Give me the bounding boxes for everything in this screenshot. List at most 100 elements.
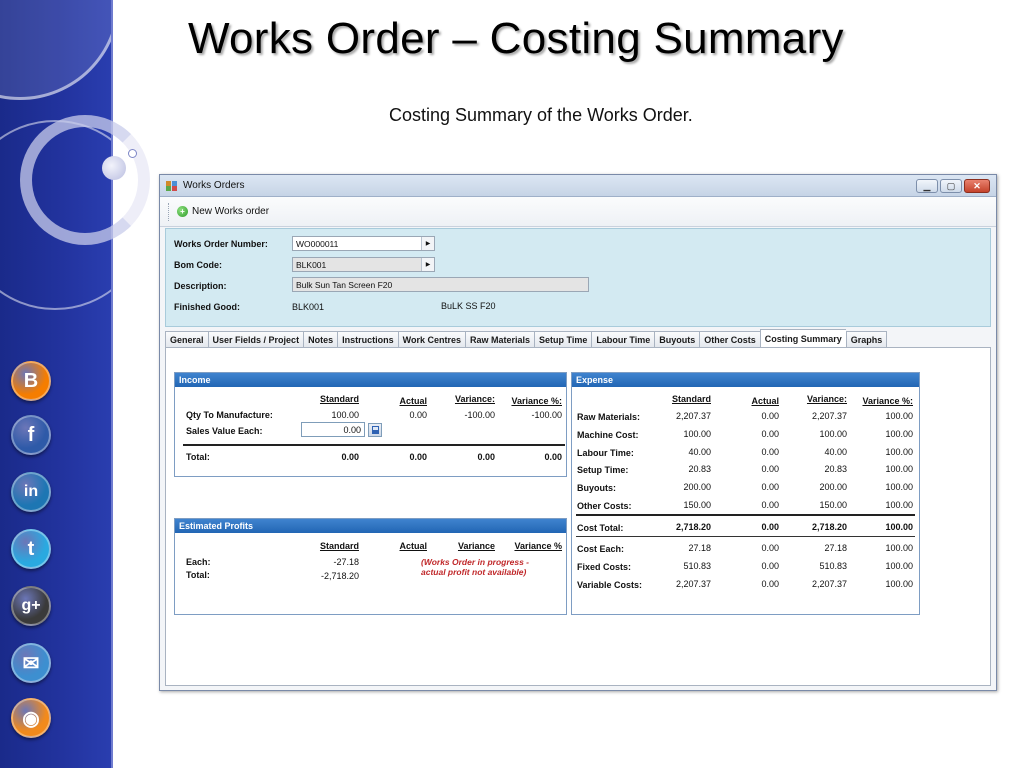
add-icon: + bbox=[177, 206, 188, 217]
income-col-standard: Standard bbox=[319, 394, 359, 404]
fixed-costs-value: 510.83 bbox=[819, 561, 847, 571]
band-edge bbox=[111, 0, 113, 768]
fixed-costs-label: Fixed Costs: bbox=[577, 562, 632, 572]
tab-instructions[interactable]: Instructions bbox=[337, 331, 398, 348]
other-costs-value: 0.00 bbox=[761, 500, 779, 510]
lookup-arrow-icon: ▶ bbox=[421, 258, 434, 271]
other-costs-value: 150.00 bbox=[819, 500, 847, 510]
tab-strip: General User Fields / Project Notes Instruc… bbox=[165, 329, 888, 348]
expense-divider bbox=[576, 536, 915, 537]
cost-total-value: 2,718.20 bbox=[811, 522, 847, 532]
minimize-button[interactable]: ▁ bbox=[916, 179, 938, 193]
raw-materials-value: 0.00 bbox=[761, 411, 779, 421]
labour-time-value: 40.00 bbox=[824, 447, 847, 457]
finished-good-code: BLK001 bbox=[292, 302, 325, 312]
fixed-costs-value: 510.83 bbox=[683, 561, 711, 571]
description-value: Bulk Sun Tan Screen F20 bbox=[296, 280, 393, 290]
tab-work-centres[interactable]: Work Centres bbox=[397, 331, 465, 348]
rss-icon[interactable]: ◉ bbox=[11, 698, 51, 738]
save-icon[interactable] bbox=[368, 423, 382, 437]
total-variance: 0.00 bbox=[477, 452, 495, 462]
cost-each-value: 27.18 bbox=[824, 543, 847, 553]
sales-value-input[interactable]: 0.00 bbox=[301, 422, 365, 437]
buyouts-value: 100.00 bbox=[885, 482, 913, 492]
income-col-variance-pct: Variance %: bbox=[511, 396, 562, 406]
new-works-order-button[interactable]: + New Works order bbox=[177, 206, 269, 217]
google-plus-icon[interactable]: g+ bbox=[11, 586, 51, 626]
tab-other-costs[interactable]: Other Costs bbox=[699, 331, 760, 348]
slide-subtitle: Costing Summary of the Works Order. bbox=[389, 105, 693, 125]
window-title: Works Orders bbox=[183, 180, 245, 191]
variable-costs-label: Variable Costs: bbox=[577, 580, 643, 590]
close-button[interactable]: ✕ bbox=[964, 179, 990, 193]
window-titlebar[interactable]: Works Orders ▁ ▢ ✕ bbox=[160, 175, 996, 197]
toolbar: + New Works order bbox=[160, 197, 996, 227]
profits-col-variance: Variance bbox=[457, 541, 495, 551]
bom-code-field: BLK001 ▶ bbox=[292, 257, 435, 272]
tab-general[interactable]: General bbox=[165, 331, 208, 348]
qty-label: Qty To Manufacture: bbox=[186, 410, 273, 420]
income-panel: Income Standard Actual Variance: Varianc… bbox=[174, 372, 567, 477]
profit-note-line1: (Works Order in progress - bbox=[421, 557, 530, 567]
tab-raw-materials[interactable]: Raw Materials bbox=[464, 331, 534, 348]
profits-col-actual: Actual bbox=[399, 541, 427, 551]
labour-time-value: 40.00 bbox=[688, 447, 711, 457]
profit-each-standard: -27.18 bbox=[333, 557, 359, 567]
setup-time-value: 20.83 bbox=[824, 464, 847, 474]
profits-col-standard: Standard bbox=[319, 541, 359, 551]
estimated-profits-panel: Estimated Profits Standard Actual Varian… bbox=[174, 518, 567, 615]
setup-time-value: 100.00 bbox=[885, 464, 913, 474]
buyouts-value: 0.00 bbox=[761, 482, 779, 492]
tab-graphs[interactable]: Graphs bbox=[845, 331, 888, 348]
labour-time-label: Labour Time: bbox=[577, 448, 634, 458]
total-label: Total: bbox=[186, 452, 210, 462]
setup-time-value: 0.00 bbox=[761, 464, 779, 474]
expense-divider bbox=[576, 514, 915, 516]
profit-total-standard: -2,718.20 bbox=[320, 571, 359, 581]
tab-user-fields-project[interactable]: User Fields / Project bbox=[207, 331, 304, 348]
expense-col-actual: Actual bbox=[751, 396, 779, 406]
expense-col-variance: Variance: bbox=[806, 394, 847, 404]
profits-panel-title: Estimated Profits bbox=[175, 519, 566, 533]
variable-costs-value: 2,207.37 bbox=[675, 579, 711, 589]
tab-notes[interactable]: Notes bbox=[303, 331, 338, 348]
machine-cost-label: Machine Cost: bbox=[577, 430, 639, 440]
setup-time-value: 20.83 bbox=[688, 464, 711, 474]
variable-costs-value: 0.00 bbox=[761, 579, 779, 589]
machine-cost-value: 100.00 bbox=[885, 429, 913, 439]
tab-labour-time[interactable]: Labour Time bbox=[591, 331, 655, 348]
facebook-icon[interactable]: f bbox=[11, 415, 51, 455]
maximize-button[interactable]: ▢ bbox=[940, 179, 962, 193]
decorative-arc bbox=[20, 115, 150, 245]
income-panel-title: Income bbox=[175, 373, 566, 387]
raw-materials-value: 2,207.37 bbox=[675, 411, 711, 421]
income-col-actual: Actual bbox=[399, 396, 427, 406]
lookup-arrow-icon[interactable]: ▶ bbox=[421, 237, 434, 250]
profit-note-line2: actual profit not available) bbox=[421, 567, 527, 577]
cost-total-label: Cost Total: bbox=[577, 523, 624, 533]
raw-materials-label: Raw Materials: bbox=[577, 412, 641, 422]
qty-variance-pct: -100.00 bbox=[531, 410, 562, 420]
other-costs-value: 100.00 bbox=[885, 500, 913, 510]
labour-time-value: 0.00 bbox=[761, 447, 779, 457]
machine-cost-value: 100.00 bbox=[683, 429, 711, 439]
linkedin-icon[interactable]: in bbox=[11, 472, 51, 512]
fixed-costs-value: 0.00 bbox=[761, 561, 779, 571]
works-order-number-field[interactable]: WO000011 ▶ bbox=[292, 236, 435, 251]
tab-setup-time[interactable]: Setup Time bbox=[534, 331, 592, 348]
decorative-dot-small bbox=[128, 149, 137, 158]
profit-total-label: Total: bbox=[186, 570, 210, 580]
cost-each-label: Cost Each: bbox=[577, 544, 625, 554]
works-order-header: Works Order Number: WO000011 ▶ Bom Code:… bbox=[165, 228, 991, 327]
new-works-order-label: New Works order bbox=[192, 206, 270, 217]
tab-costing-summary[interactable]: Costing Summary bbox=[759, 329, 846, 348]
tab-buyouts[interactable]: Buyouts bbox=[654, 331, 700, 348]
expense-panel-title: Expense bbox=[572, 373, 919, 387]
costing-summary-tab-content: Income Standard Actual Variance: Varianc… bbox=[165, 347, 991, 686]
blogger-icon[interactable]: B bbox=[11, 361, 51, 401]
twitter-icon[interactable]: t bbox=[11, 529, 51, 569]
expense-col-variance-pct: Variance %: bbox=[862, 396, 913, 406]
email-icon[interactable]: ✉ bbox=[11, 643, 51, 683]
variable-costs-value: 100.00 bbox=[885, 579, 913, 589]
qty-variance: -100.00 bbox=[464, 410, 495, 420]
